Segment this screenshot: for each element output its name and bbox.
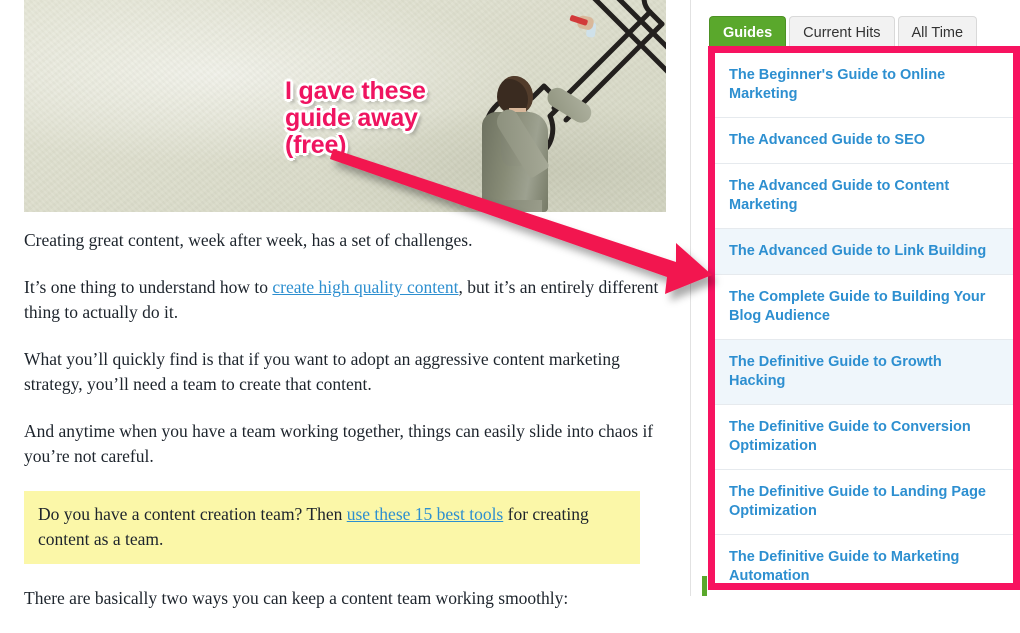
tab-guides[interactable]: Guides <box>709 16 787 49</box>
tab-current-hits-label: Current Hits <box>803 25 881 41</box>
guide-link[interactable]: The Advanced Guide to Content Marketing <box>729 177 999 215</box>
sidebar-tabs: Guides Current Hits All Time <box>709 16 978 49</box>
paragraph-1-text: Creating great content, week after week,… <box>24 230 473 250</box>
sidebar-green-accent-nub <box>702 576 707 596</box>
callout-text-before: Do you have a content creation team? The… <box>38 504 347 524</box>
guide-list-item[interactable]: The Definitive Guide to Marketing Automa… <box>715 535 1013 583</box>
create-high-quality-content-link[interactable]: create high quality content <box>272 277 458 297</box>
paragraph-4-text: And anytime when you have a team working… <box>24 421 654 466</box>
guide-link[interactable]: The Advanced Guide to SEO <box>729 131 999 150</box>
best-tools-link[interactable]: use these 15 best tools <box>347 504 504 524</box>
tab-current-hits[interactable]: Current Hits <box>789 16 895 49</box>
tab-all-time-label: All Time <box>911 25 964 41</box>
guide-list-item[interactable]: The Beginner's Guide to Online Marketing <box>715 53 1013 118</box>
figure-forearm <box>543 14 597 127</box>
column-divider <box>690 0 691 596</box>
guides-list: The Beginner's Guide to Online Marketing… <box>715 53 1013 583</box>
guide-link[interactable]: The Definitive Guide to Landing Page Opt… <box>729 483 999 521</box>
guide-link[interactable]: The Definitive Guide to Growth Hacking <box>729 353 999 391</box>
guide-list-item[interactable]: The Advanced Guide to Content Marketing <box>715 164 1013 229</box>
businessman-figure <box>479 14 601 212</box>
guide-link[interactable]: The Definitive Guide to Marketing Automa… <box>729 548 999 583</box>
tab-guides-label: Guides <box>723 25 773 41</box>
guide-link[interactable]: The Definitive Guide to Conversion Optim… <box>729 418 999 456</box>
guides-highlight-frame: The Beginner's Guide to Online Marketing… <box>708 46 1020 590</box>
guide-link[interactable]: The Beginner's Guide to Online Marketing <box>729 66 999 104</box>
closing-paragraph-text: There are basically two ways you can kee… <box>24 588 569 608</box>
guide-list-item[interactable]: The Definitive Guide to Conversion Optim… <box>715 405 1013 470</box>
paragraph-2: It’s one thing to understand how to crea… <box>24 275 668 325</box>
tab-all-time[interactable]: All Time <box>897 16 978 49</box>
article-body: Creating great content, week after week,… <box>24 228 668 633</box>
figure-legs <box>488 200 542 212</box>
article-column: I gave these guide away (free) Creating … <box>0 0 690 608</box>
paragraph-3: What you’ll quickly find is that if you … <box>24 347 668 397</box>
paragraph-2-text-before: It’s one thing to understand how to <box>24 277 273 297</box>
guide-list-item[interactable]: The Definitive Guide to Growth Hacking <box>715 340 1013 405</box>
hero-annotation-text: I gave these guide away (free) <box>285 77 426 159</box>
guide-list-item[interactable]: The Complete Guide to Building Your Blog… <box>715 275 1013 340</box>
guide-list-item[interactable]: The Advanced Guide to SEO <box>715 118 1013 164</box>
page-root: I gave these guide away (free) Creating … <box>0 0 1020 608</box>
paragraph-1: Creating great content, week after week,… <box>24 228 668 253</box>
hero-image: I gave these guide away (free) <box>24 0 666 212</box>
guide-link[interactable]: The Complete Guide to Building Your Blog… <box>729 288 999 326</box>
closing-paragraph: There are basically two ways you can kee… <box>24 586 668 611</box>
guide-list-item[interactable]: The Advanced Guide to Link Building <box>715 229 1013 275</box>
guide-link[interactable]: The Advanced Guide to Link Building <box>729 242 999 261</box>
paragraph-4: And anytime when you have a team working… <box>24 419 668 469</box>
highlighted-callout-box: Do you have a content creation team? The… <box>24 491 640 564</box>
paragraph-3-text: What you’ll quickly find is that if you … <box>24 349 620 394</box>
guide-list-item[interactable]: The Definitive Guide to Landing Page Opt… <box>715 470 1013 535</box>
